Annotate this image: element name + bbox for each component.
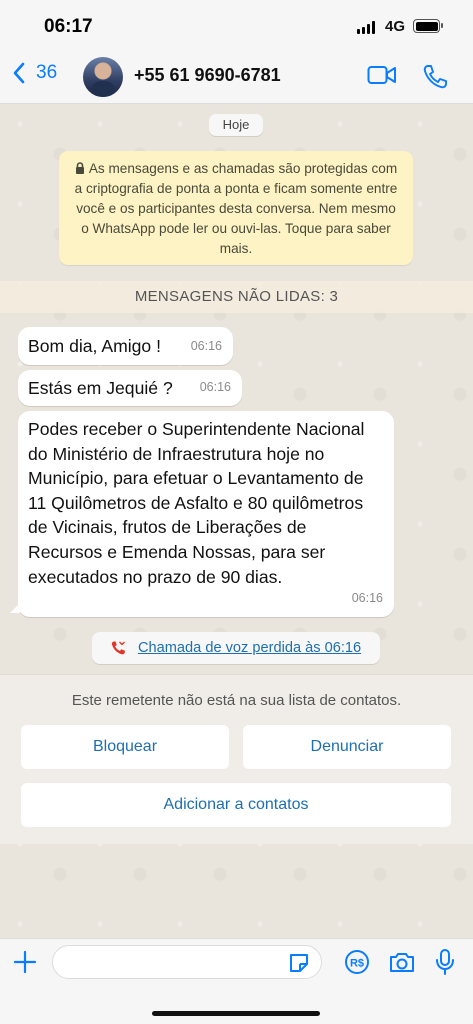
back-button[interactable]: 36 bbox=[12, 62, 57, 84]
lock-icon bbox=[75, 162, 84, 174]
message-bubble[interactable]: Estás em Jequié ? 06:16 bbox=[18, 370, 242, 406]
encryption-text: As mensagens e as chamadas são protegida… bbox=[74, 161, 398, 256]
microphone-icon[interactable] bbox=[434, 948, 456, 976]
pix-icon[interactable]: R$ bbox=[344, 949, 370, 975]
message-time: 06:16 bbox=[199, 380, 231, 395]
encryption-notice[interactable]: As mensagens e as chamadas são protegida… bbox=[59, 151, 413, 265]
bubble-tail bbox=[10, 603, 20, 613]
message-time: 06:16 bbox=[190, 339, 222, 354]
home-indicator bbox=[152, 1011, 320, 1016]
camera-icon[interactable] bbox=[388, 950, 416, 974]
unread-banner: MENSAGENS NÃO LIDAS: 3 bbox=[0, 281, 473, 313]
status-time: 06:17 bbox=[44, 16, 93, 37]
missed-call-notice[interactable]: Chamada de voz perdida às 06:16 bbox=[92, 632, 380, 664]
missed-call-text: Chamada de voz perdida às 06:16 bbox=[138, 640, 362, 656]
signal-icon bbox=[357, 21, 375, 34]
svg-text:R$: R$ bbox=[350, 958, 364, 970]
input-bar: R$ bbox=[0, 938, 473, 1024]
chat-header: 36 +55 61 9690-6781 bbox=[0, 50, 473, 104]
avatar[interactable] bbox=[83, 57, 123, 97]
unknown-sender-notice: Este remetente não está na sua lista de … bbox=[71, 692, 402, 709]
report-button[interactable]: Denunciar bbox=[243, 725, 451, 769]
block-button[interactable]: Bloquear bbox=[21, 725, 229, 769]
sticker-icon[interactable] bbox=[287, 951, 311, 975]
message-time: 06:16 bbox=[351, 591, 383, 606]
status-bar: 06:17 4G bbox=[0, 0, 473, 50]
add-contact-button[interactable]: Adicionar a contatos bbox=[21, 783, 451, 827]
plus-icon[interactable] bbox=[12, 949, 38, 975]
chevron-left-icon bbox=[13, 62, 25, 84]
phone-icon[interactable] bbox=[422, 64, 448, 90]
message-bubble[interactable]: Bom dia, Amigo ! 06:16 bbox=[18, 327, 233, 365]
battery-icon bbox=[413, 19, 443, 33]
video-icon[interactable] bbox=[367, 64, 397, 86]
message-input[interactable] bbox=[52, 945, 322, 979]
unread-count: 36 bbox=[36, 62, 58, 83]
date-chip: Hoje bbox=[209, 114, 263, 136]
message-text: Podes receber o Superintendente Nacional… bbox=[28, 419, 365, 587]
contact-name[interactable]: +55 61 9690-6781 bbox=[134, 65, 281, 86]
message-bubble[interactable]: Podes receber o Superintendente Nacional… bbox=[10, 411, 394, 617]
missed-call-icon bbox=[111, 641, 125, 655]
network-label: 4G bbox=[385, 18, 406, 35]
unknown-sender-panel: Este remetente não está na sua lista de … bbox=[0, 674, 473, 844]
message-text: Estás em Jequié ? bbox=[28, 378, 173, 398]
message-text: Bom dia, Amigo ! bbox=[28, 336, 161, 356]
